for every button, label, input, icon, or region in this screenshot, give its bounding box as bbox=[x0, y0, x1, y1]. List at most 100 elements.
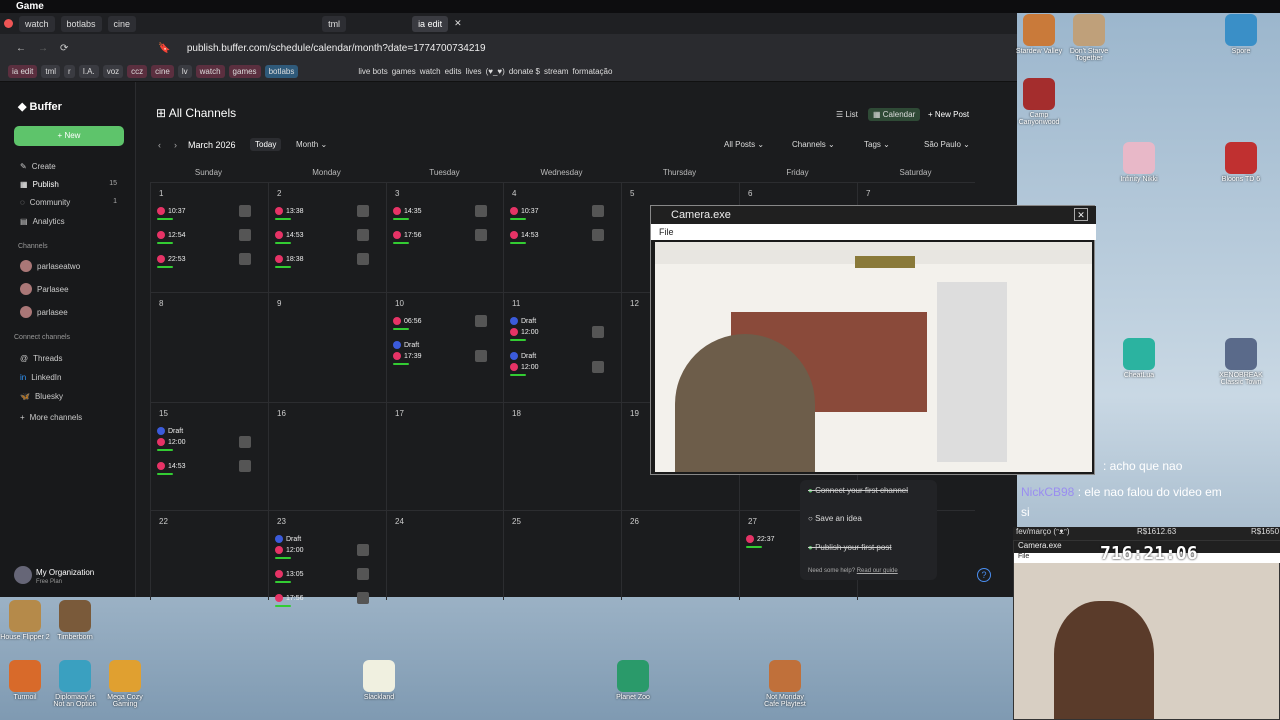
bookmark-item[interactable]: edits bbox=[445, 67, 462, 76]
close-tab-icon[interactable]: ✕ bbox=[454, 18, 462, 29]
sidebar-item-community[interactable]: ◌ Community bbox=[20, 198, 70, 207]
bookmark-item[interactable]: donate $ bbox=[509, 67, 540, 76]
bookmark-item[interactable]: I.A. bbox=[78, 65, 99, 78]
scheduled-post[interactable]: 17:39 bbox=[393, 349, 493, 365]
bookmark-item[interactable]: ccz bbox=[127, 65, 148, 78]
view-select[interactable]: Month ⌄ bbox=[296, 140, 327, 149]
bookmark-item[interactable]: stream bbox=[544, 67, 568, 76]
calendar-day-cell[interactable]: 16 bbox=[268, 402, 386, 510]
scheduled-post[interactable]: 12:54 bbox=[157, 228, 257, 244]
scheduled-post[interactable]: 10:37 bbox=[510, 204, 610, 220]
desktop-shortcut[interactable]: XENOBREAK Classic Town bbox=[1216, 338, 1266, 386]
calendar-day-cell[interactable]: 18 bbox=[503, 402, 621, 510]
bookmark-item[interactable]: watch bbox=[195, 65, 225, 78]
filter-all-posts[interactable]: All Posts ⌄ bbox=[724, 140, 764, 149]
channel-item[interactable]: Parlasee bbox=[20, 283, 69, 295]
bookmark-item[interactable]: ia edit bbox=[8, 65, 38, 78]
desktop-shortcut[interactable]: Planet Zoo bbox=[608, 660, 658, 701]
sidebar-item-analytics[interactable]: ▤ Analytics bbox=[20, 217, 65, 226]
bookmark-item[interactable]: cine bbox=[151, 65, 174, 78]
desktop-shortcut[interactable]: Bloons TD 6 bbox=[1216, 142, 1266, 183]
calendar-day-cell[interactable]: 26 bbox=[621, 510, 739, 600]
reload-icon[interactable]: ⟳ bbox=[60, 43, 68, 54]
tab-ia-edit[interactable]: ia edit bbox=[412, 15, 449, 32]
desktop-shortcut[interactable]: Stardew Valley bbox=[1014, 14, 1064, 55]
bookmark-item[interactable]: lv bbox=[177, 65, 192, 78]
desktop-shortcut[interactable]: CheatLua bbox=[1114, 338, 1164, 379]
desktop-shortcut[interactable]: Timberborn bbox=[50, 600, 100, 641]
scheduled-post[interactable]: 14:35 bbox=[393, 204, 493, 220]
desktop-shortcut[interactable]: Mega Cozy Gaming bbox=[100, 660, 150, 708]
scheduled-post[interactable]: 12:00 bbox=[275, 543, 375, 559]
tab-watch[interactable]: watch bbox=[19, 15, 55, 32]
bookmark-item[interactable]: voz bbox=[102, 65, 124, 78]
scheduled-post[interactable]: 12:00 bbox=[510, 360, 610, 376]
scheduled-post[interactable]: 10:37 bbox=[157, 204, 257, 220]
bookmark-item[interactable]: (♥_♥) bbox=[486, 67, 505, 76]
desktop-shortcut[interactable]: Don't Starve Together bbox=[1064, 14, 1114, 62]
bookmark-item[interactable]: games bbox=[228, 65, 261, 78]
scheduled-post[interactable]: 06:56 bbox=[393, 314, 493, 330]
guide-link[interactable]: Read our guide bbox=[857, 568, 898, 574]
today-button[interactable]: Today bbox=[250, 138, 282, 151]
calendar-button[interactable]: ▦ Calendar bbox=[868, 108, 921, 121]
bookmark-item[interactable]: games bbox=[392, 67, 416, 76]
sidebar-item-publish[interactable]: ▦ Publish bbox=[20, 180, 59, 189]
forward-icon[interactable]: → bbox=[38, 43, 48, 54]
next-month-icon[interactable]: › bbox=[174, 140, 177, 150]
scheduled-post[interactable]: 14:53 bbox=[157, 459, 257, 475]
bookmark-item[interactable]: watch bbox=[420, 67, 441, 76]
sidebar-item-create[interactable]: ✎ Create bbox=[20, 162, 56, 171]
desktop-shortcut[interactable]: Spore bbox=[1216, 14, 1266, 55]
bookmark-item[interactable]: tml bbox=[41, 65, 61, 78]
org-name[interactable]: My Organization bbox=[36, 568, 94, 577]
desktop-shortcut[interactable]: Turmoil bbox=[0, 660, 50, 701]
bookmark-item[interactable]: r bbox=[64, 65, 75, 78]
calendar-day-cell[interactable]: 25 bbox=[503, 510, 621, 600]
prev-month-icon[interactable]: ‹ bbox=[158, 140, 161, 150]
onboarding-step[interactable]: ● Publish your first post bbox=[808, 543, 892, 552]
calendar-day-cell[interactable]: 22 bbox=[150, 510, 268, 600]
back-icon[interactable]: ← bbox=[16, 43, 26, 54]
tab-cine[interactable]: cine bbox=[107, 15, 137, 32]
filter-channels[interactable]: Channels ⌄ bbox=[792, 140, 835, 149]
url-field[interactable]: publish.buffer.com/schedule/calendar/mon… bbox=[187, 43, 486, 54]
desktop-shortcut[interactable]: House Flipper 2 bbox=[0, 600, 50, 641]
desktop-shortcut[interactable]: Camp Canyonwood bbox=[1014, 78, 1064, 126]
connect-more[interactable]: + More channels bbox=[20, 413, 82, 422]
calendar-day-cell[interactable]: 15 bbox=[150, 402, 268, 510]
scheduled-post[interactable]: 14:53 bbox=[510, 228, 610, 244]
tab-tml[interactable]: tml bbox=[322, 15, 347, 32]
list-button[interactable]: ☰ List bbox=[836, 110, 858, 119]
timezone-select[interactable]: São Paulo ⌄ bbox=[924, 140, 970, 149]
calendar-day-cell[interactable]: 11 bbox=[503, 292, 621, 402]
desktop-shortcut[interactable]: Not Monday Cafe Playtest bbox=[760, 660, 810, 708]
channel-item[interactable]: parlaseatwo bbox=[20, 260, 80, 272]
desktop-shortcut[interactable]: Slackland bbox=[354, 660, 404, 701]
new-button[interactable]: + New bbox=[14, 126, 124, 146]
calendar-day-cell[interactable]: 17 bbox=[386, 402, 504, 510]
channel-item[interactable]: parlasee bbox=[20, 306, 68, 318]
bookmark-item[interactable]: formatação bbox=[572, 67, 612, 76]
bookmark-item[interactable]: lives bbox=[466, 67, 482, 76]
close-icon[interactable]: ✕ bbox=[1074, 208, 1088, 221]
tab-botlabs[interactable]: botlabs bbox=[60, 15, 102, 32]
scheduled-post[interactable]: 14:53 bbox=[275, 228, 375, 244]
connect-bluesky[interactable]: 🦋 Bluesky bbox=[20, 392, 63, 401]
connect-linkedin[interactable]: in LinkedIn bbox=[20, 373, 61, 382]
scheduled-post[interactable]: 22:53 bbox=[157, 252, 257, 268]
scheduled-post[interactable]: 17:56 bbox=[275, 591, 375, 607]
calendar-day-cell[interactable]: 8 bbox=[150, 292, 268, 402]
camera-file-menu[interactable]: File bbox=[651, 224, 1096, 240]
desktop-shortcut[interactable]: Diplomacy is Not an Option bbox=[50, 660, 100, 708]
bookmark-item[interactable]: live bots bbox=[358, 67, 387, 76]
scheduled-post[interactable]: 13:38 bbox=[275, 204, 375, 220]
onboarding-step[interactable]: ● Connect your first channel bbox=[808, 486, 908, 495]
bookmark-icon[interactable]: 🔖 bbox=[158, 43, 170, 54]
new-post-button[interactable]: + New Post bbox=[928, 110, 969, 119]
scheduled-post[interactable]: 18:38 bbox=[275, 252, 375, 268]
scheduled-post[interactable]: 17:56 bbox=[393, 228, 493, 244]
scheduled-post[interactable]: 12:00 bbox=[157, 435, 257, 451]
desktop-shortcut[interactable]: Infinity Nikki bbox=[1114, 142, 1164, 183]
calendar-day-cell[interactable]: 24 bbox=[386, 510, 504, 600]
